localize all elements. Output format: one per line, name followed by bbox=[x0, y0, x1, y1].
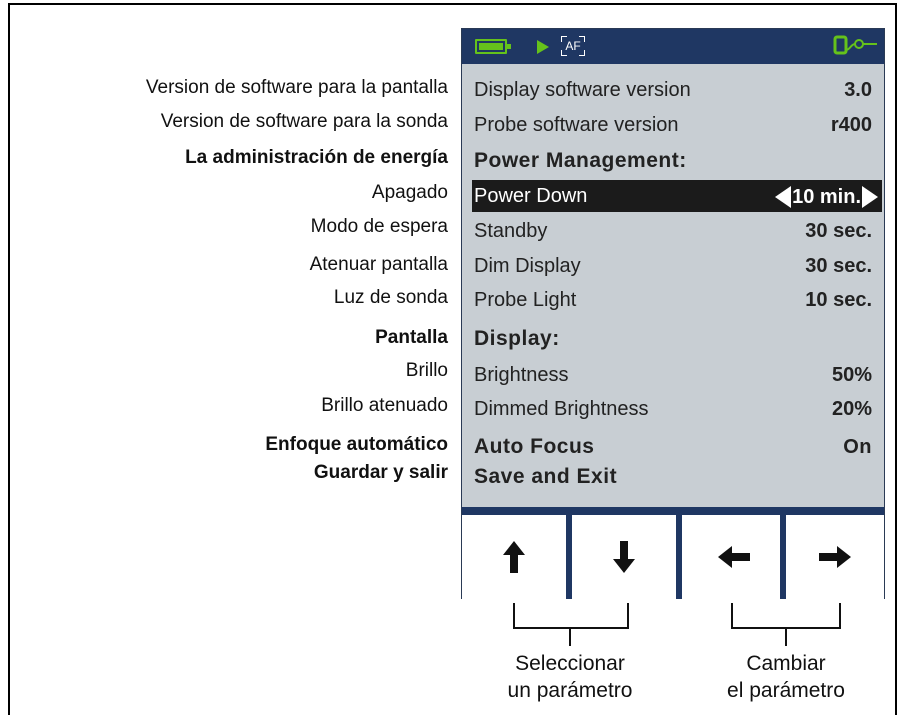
annotation-power-management: La administración de energía bbox=[185, 147, 448, 168]
row-label: Probe Light bbox=[474, 289, 577, 311]
annotation-auto-focus: Enfoque automático bbox=[265, 434, 448, 455]
arrow-up-icon bbox=[503, 541, 525, 573]
probe-connected-icon bbox=[833, 35, 877, 55]
arrow-left-icon bbox=[718, 546, 750, 568]
decrease-triangle-icon[interactable] bbox=[775, 185, 792, 208]
power-down-value: 10 min. bbox=[792, 185, 861, 208]
battery-full-icon bbox=[475, 39, 511, 54]
row-value: On bbox=[843, 436, 872, 458]
annotation-standby: Modo de espera bbox=[310, 216, 448, 237]
right-button[interactable] bbox=[786, 515, 884, 599]
down-button[interactable] bbox=[572, 515, 676, 599]
power-management-header: Power Management: bbox=[474, 149, 687, 172]
row-value: 10 sec. bbox=[805, 289, 872, 311]
left-button[interactable] bbox=[682, 515, 786, 599]
menu-row-probe-light[interactable]: Probe Light 10 sec. bbox=[474, 284, 880, 316]
row-label: Power Down bbox=[474, 185, 588, 207]
row-value: 30 sec. bbox=[805, 255, 872, 277]
row-value: 50% bbox=[831, 364, 872, 386]
row-value-selector[interactable]: 10 min. bbox=[775, 180, 878, 213]
autofocus-icon: AF bbox=[561, 36, 585, 56]
menu-row-auto-focus[interactable]: Auto Focus On bbox=[474, 431, 880, 463]
annotation-display-software: Version de software para la pantalla bbox=[145, 77, 448, 98]
button-bar-divider bbox=[462, 507, 884, 515]
annotation-display: Pantalla bbox=[375, 327, 448, 348]
menu-row-standby[interactable]: Standby 30 sec. bbox=[474, 215, 880, 247]
annotation-probe-light: Luz de sonda bbox=[333, 287, 448, 308]
menu-row-power-down[interactable]: Power Down 10 min. bbox=[472, 180, 882, 212]
change-caption-line2: el parámetro bbox=[727, 679, 845, 702]
increase-triangle-icon[interactable] bbox=[862, 185, 878, 208]
menu-row-dim-display[interactable]: Dim Display 30 sec. bbox=[474, 250, 880, 282]
navigation-buttons bbox=[462, 515, 884, 599]
row-value: 3.0 bbox=[844, 79, 872, 101]
up-button[interactable] bbox=[462, 515, 566, 599]
annotation-save-exit: Guardar y salir bbox=[313, 462, 448, 483]
status-bar: AF bbox=[462, 29, 884, 64]
annotation-power-down: Apagado bbox=[371, 182, 448, 203]
row-value: r400 bbox=[830, 114, 872, 136]
arrow-right-icon bbox=[819, 546, 851, 568]
select-caption: Seleccionar un parámetro bbox=[490, 650, 650, 704]
select-bracket-stem bbox=[569, 628, 571, 646]
row-label: Display software version bbox=[474, 79, 691, 101]
menu-row-probe-software: Probe software version r400 bbox=[474, 109, 880, 141]
row-label: Auto Focus bbox=[474, 435, 595, 458]
select-caption-line1: Seleccionar bbox=[515, 652, 625, 675]
annotation-probe-software: Version de software para la sonda bbox=[160, 111, 448, 132]
menu-row-save-exit[interactable]: Save and Exit bbox=[474, 461, 880, 493]
row-value: 20% bbox=[831, 398, 872, 420]
change-bracket-stem bbox=[785, 628, 787, 646]
device-screen: AF Display software version 3.0 Probe so… bbox=[461, 28, 885, 599]
row-value: 30 sec. bbox=[805, 220, 872, 242]
row-label: Probe software version bbox=[474, 114, 679, 136]
annotation-dim-display: Atenuar pantalla bbox=[309, 254, 448, 275]
menu-row-dimmed-brightness[interactable]: Dimmed Brightness 20% bbox=[474, 393, 880, 425]
row-label: Dimmed Brightness bbox=[474, 398, 649, 420]
row-label: Dim Display bbox=[474, 255, 581, 277]
arrow-down-icon bbox=[613, 541, 635, 573]
display-header: Display: bbox=[474, 327, 560, 350]
row-label: Brightness bbox=[474, 364, 569, 386]
annotation-brightness: Brillo bbox=[405, 360, 448, 381]
annotation-dimmed-brightness: Brillo atenuado bbox=[321, 395, 448, 416]
menu-row-brightness[interactable]: Brightness 50% bbox=[474, 359, 880, 391]
change-caption: Cambiar el parámetro bbox=[706, 650, 866, 704]
row-label: Standby bbox=[474, 220, 548, 242]
change-caption-line1: Cambiar bbox=[746, 652, 826, 675]
play-icon bbox=[537, 40, 549, 54]
select-bracket bbox=[513, 603, 629, 629]
menu-row-display-software: Display software version 3.0 bbox=[474, 74, 880, 106]
change-bracket bbox=[731, 603, 841, 629]
select-caption-line2: un parámetro bbox=[507, 679, 633, 702]
